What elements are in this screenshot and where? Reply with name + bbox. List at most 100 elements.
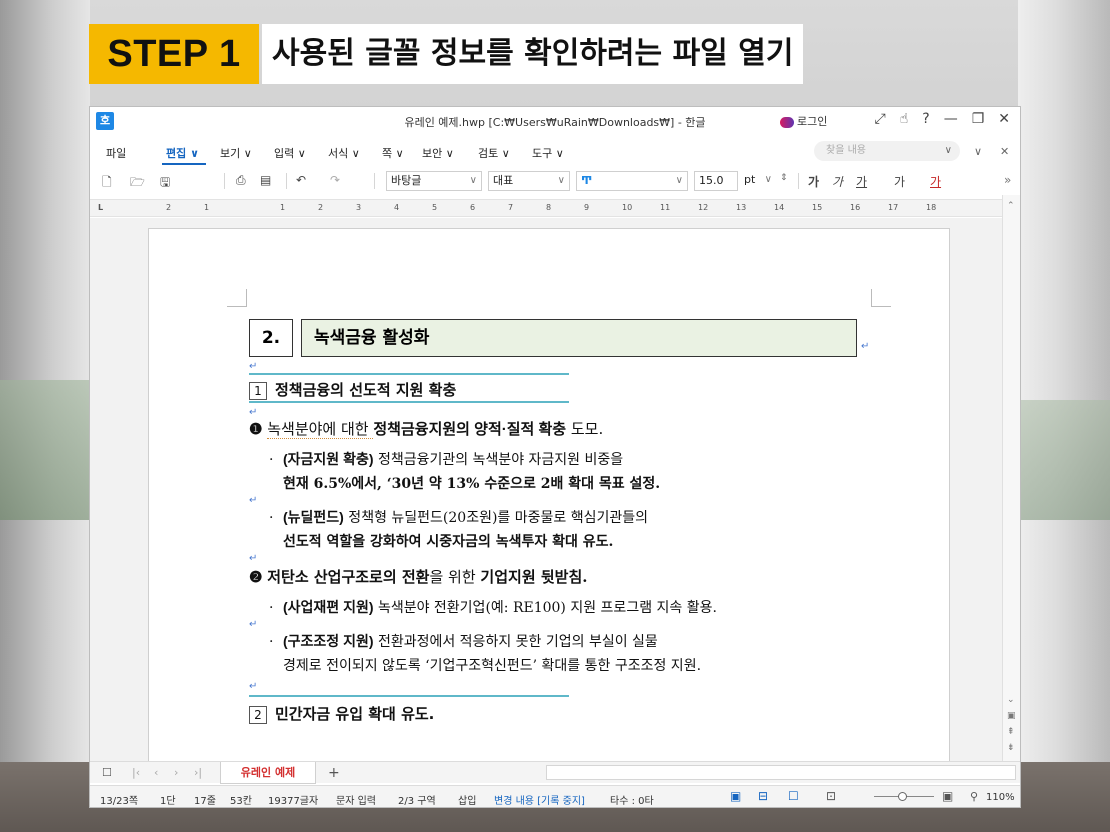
scroll-up-icon[interactable]: ⌃ xyxy=(1007,201,1015,211)
strikethrough-button[interactable]: 가 xyxy=(894,173,905,190)
section-title: 녹색금융 활성화 xyxy=(301,319,857,357)
status-line: 17줄 xyxy=(194,796,216,807)
menu-page[interactable]: 쪽 ∨ xyxy=(382,145,404,161)
status-section: 2/3 구역 xyxy=(398,796,436,807)
document-area[interactable]: 2. 녹색금융 활성화 ↵ ↵ 1 정책금융의 선도적 지원 확충 ↵ ❶ 녹색분… xyxy=(90,218,1002,761)
bullet-text: 녹색분야 전환기업(예: RE100) 지원 프로그램 지속 활용. xyxy=(373,600,717,616)
language-select[interactable]: 대표 ∨ xyxy=(488,171,570,191)
add-tab-button[interactable]: + xyxy=(328,765,340,781)
style-select[interactable]: 바탕글 ∨ xyxy=(386,171,482,191)
bullet-heading: (자금지원 확충) xyxy=(283,451,374,467)
page-view-icon[interactable]: ▣ xyxy=(1007,711,1016,721)
find-input[interactable]: 찾을 내용 ∨ xyxy=(814,141,960,161)
truetype-font-icon: Ͳ xyxy=(581,174,593,187)
menu-review[interactable]: 검토 ∨ xyxy=(478,145,510,161)
previous-page-icon[interactable]: ⇞ xyxy=(1007,727,1015,737)
first-tab-icon[interactable]: |‹ xyxy=(132,766,140,779)
menu-insert[interactable]: 입력 ∨ xyxy=(274,145,306,161)
status-page[interactable]: 13/23쪽 xyxy=(100,792,138,807)
new-document-icon[interactable]: 🗋 xyxy=(102,173,112,194)
toolbar-separator xyxy=(286,173,287,189)
bold-button[interactable]: 가 xyxy=(808,173,819,190)
ruler-label: 6 xyxy=(470,203,476,212)
ribbon-close-icon[interactable]: ✕ xyxy=(1000,145,1009,158)
ruler-label: 9 xyxy=(584,203,590,212)
ruler-label: 18 xyxy=(926,203,937,212)
find-dropdown-icon[interactable]: ∨ xyxy=(945,141,952,161)
subheading-1: 1 정책금융의 선도적 지원 확충 xyxy=(249,379,456,400)
status-input-mode[interactable]: 문자 입력 xyxy=(336,792,376,807)
zoom-fit-icon[interactable]: ⊡ xyxy=(826,789,836,803)
print-icon[interactable]: ⎙ xyxy=(236,173,246,188)
italic-button[interactable]: 가 xyxy=(832,173,843,190)
size-stepper-icon[interactable]: ⇕ xyxy=(780,173,788,183)
status-track-changes[interactable]: 변경 내용 [기록 중지] xyxy=(494,792,585,807)
subheading-number: 1 xyxy=(249,382,267,400)
ribbon-collapse-icon[interactable]: ∨ xyxy=(974,145,982,158)
minimize-button[interactable]: — xyxy=(944,111,958,127)
bullet-1: · (자금지원 확충) 정책금융기관의 녹색분야 자금지원 비중을 현재 6.5%… xyxy=(269,451,661,492)
fullscreen-icon[interactable]: ⤢ xyxy=(875,111,886,127)
login-button[interactable]: 로그인 xyxy=(780,113,827,129)
ruler-label: 8 xyxy=(546,203,552,212)
font-color-button[interactable]: 가 xyxy=(930,173,941,190)
tab-list-icon[interactable]: ☐ xyxy=(102,766,112,779)
menu-edit[interactable]: 편집 ∨ xyxy=(166,145,199,161)
ruler-label: 4 xyxy=(394,203,400,212)
menu-format[interactable]: 서식 ∨ xyxy=(328,145,360,161)
page-width-view-icon[interactable]: ⊟ xyxy=(758,789,768,803)
ruler-label: 2 xyxy=(166,203,172,212)
redo-icon[interactable]: ↷ xyxy=(330,173,340,187)
zoom-level[interactable]: 110% xyxy=(986,792,1015,803)
tab-type-icon[interactable]: L xyxy=(98,203,103,212)
document-tabs-bar: ☐ |‹ ‹ › ›| 유레인 예제 + xyxy=(90,761,1020,784)
zoom-slider-handle[interactable] xyxy=(898,792,907,801)
chevron-down-icon: ∨ xyxy=(469,175,477,186)
toolbar-expand-icon[interactable]: » xyxy=(1004,173,1011,187)
menu-file[interactable]: 파일 xyxy=(106,145,126,161)
subheading-rule xyxy=(249,373,569,375)
vertical-scrollbar[interactable]: ⌃ ⌄ ▣ ⇞ ⇟ xyxy=(1002,195,1020,761)
unit-select[interactable]: pt ∨ xyxy=(740,171,776,191)
save-icon[interactable]: 🖫 xyxy=(160,173,170,194)
ruler-label: 15 xyxy=(812,203,823,212)
status-column: 1단 xyxy=(160,796,176,807)
item-text-bold: 기업지원 뒷받침. xyxy=(480,568,588,586)
next-page-icon[interactable]: ⇟ xyxy=(1007,743,1015,753)
touch-mode-icon[interactable]: ☝ xyxy=(900,111,909,127)
previous-tab-icon[interactable]: ‹ xyxy=(154,766,158,779)
step-title: 사용된 글꼴 정보를 확인하려는 파일 열기 xyxy=(262,24,804,84)
zoom-page-icon[interactable]: ▣ xyxy=(942,789,953,803)
print-preview-icon[interactable]: ▤ xyxy=(260,173,271,187)
font-select[interactable]: Ͳ ∨ xyxy=(576,171,688,191)
normal-view-icon[interactable]: ▣ xyxy=(730,789,741,803)
open-folder-icon[interactable]: 🗁 xyxy=(130,173,145,194)
font-size-input[interactable]: 15.0 xyxy=(694,171,738,191)
close-button[interactable]: ✕ xyxy=(998,111,1010,127)
next-tab-icon[interactable]: › xyxy=(174,766,178,779)
window-controls: ⤢ ☝ ? — ❐ ✕ xyxy=(875,111,1010,127)
underline-button[interactable]: 가 xyxy=(856,173,867,190)
document-tab[interactable]: 유레인 예제 xyxy=(220,762,316,784)
document-page[interactable]: 2. 녹색금융 활성화 ↵ ↵ 1 정책금융의 선도적 지원 확충 ↵ ❶ 녹색분… xyxy=(148,228,950,761)
horizontal-ruler[interactable]: L 2 1 1 2 3 4 5 6 7 8 9 10 11 12 13 14 1… xyxy=(90,199,1020,217)
help-icon[interactable]: ? xyxy=(922,111,929,127)
undo-icon[interactable]: ↶ xyxy=(296,173,306,187)
scroll-down-icon[interactable]: ⌄ xyxy=(1007,695,1015,705)
full-page-view-icon[interactable]: ☐ xyxy=(788,789,799,803)
status-insert-mode[interactable]: 삽입 xyxy=(458,792,476,807)
zoom-search-icon[interactable]: ⚲ xyxy=(970,790,978,803)
restore-button[interactable]: ❐ xyxy=(972,111,985,127)
horizontal-scrollbar[interactable] xyxy=(546,765,1016,780)
bullet-text: 정책형 뉴딜펀드(20조원)를 마중물로 핵심기관들의 xyxy=(343,510,648,526)
title-bar: 호 유레인 예제.hwp [C:₩Users₩uRain₩Downloads₩]… xyxy=(90,107,1020,135)
menu-view[interactable]: 보기 ∨ xyxy=(220,145,252,161)
ruler-label: 14 xyxy=(774,203,785,212)
last-tab-icon[interactable]: ›| xyxy=(194,766,202,779)
toolbar-separator xyxy=(798,173,799,189)
paragraph-mark-icon: ↵ xyxy=(249,361,258,372)
page-corner-mark xyxy=(871,289,891,307)
ruler-label: 7 xyxy=(508,203,514,212)
menu-security[interactable]: 보안 ∨ xyxy=(422,145,454,161)
menu-tools[interactable]: 도구 ∨ xyxy=(532,145,564,161)
